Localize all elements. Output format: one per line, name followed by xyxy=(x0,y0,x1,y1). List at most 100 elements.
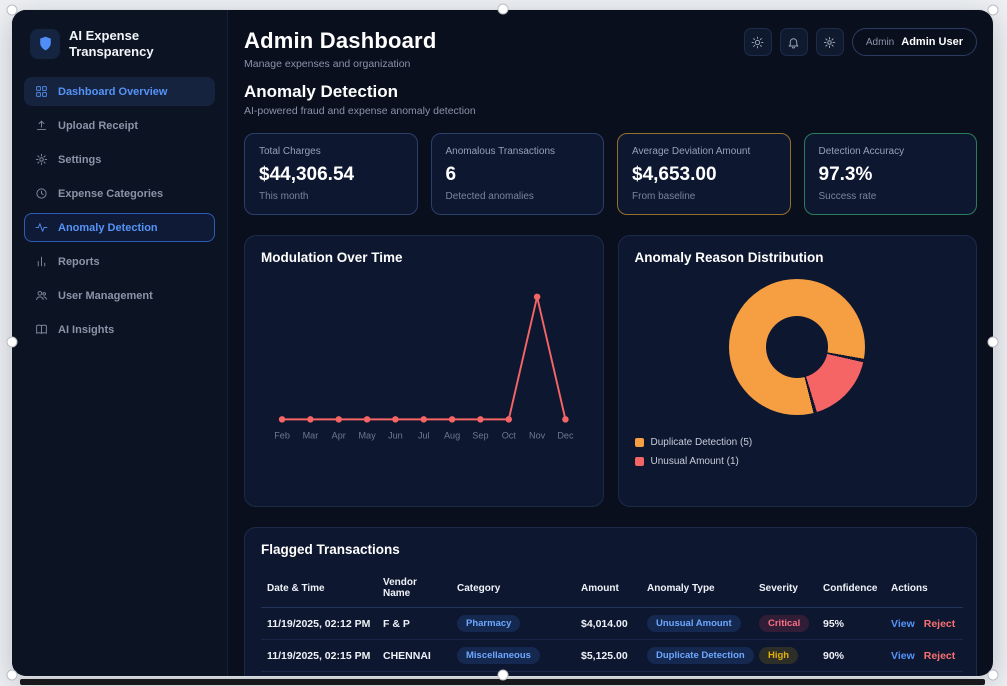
col-anomaly-type: Anomaly Type xyxy=(641,569,753,608)
col-confidence: Confidence xyxy=(817,569,885,608)
table-row: 11/19/2025, 02:18 PM##NDTelecommunicatio… xyxy=(261,671,963,676)
legend-item: Unusual Amount (1) xyxy=(634,456,961,467)
stat-label: Anomalous Transactions xyxy=(445,146,556,157)
donut-chart-title: Anomaly Reason Distribution xyxy=(634,250,824,265)
bar-chart-icon xyxy=(35,255,48,268)
legend-swatch xyxy=(634,457,644,466)
main-content: Admin Dashboard Manage expenses and orga… xyxy=(228,10,993,676)
stat-caption: This month xyxy=(259,191,309,202)
selection-handle-bottom-right[interactable] xyxy=(987,669,999,681)
cell-anomaly-type: Duplicate Detection xyxy=(641,671,753,676)
selection-handle-right-middle[interactable] xyxy=(987,336,999,348)
transactions-table: Date & Time Vendor Name Category Amount … xyxy=(261,569,963,676)
table-title: Flagged Transactions xyxy=(261,542,400,557)
cell-vendor: CHENNAI xyxy=(377,639,451,672)
settings-button[interactable] xyxy=(815,28,844,56)
table-row: 11/19/2025, 02:15 PM CHENNAI Miscellaneous… xyxy=(261,639,963,672)
selection-handle-bottom-left[interactable] xyxy=(6,669,18,681)
cell-severity: Critical xyxy=(753,607,817,640)
page-subtitle: Manage expenses and organization xyxy=(244,58,411,70)
selection-handle-top-right[interactable] xyxy=(987,4,999,16)
clock-icon xyxy=(35,187,48,200)
theme-toggle-button[interactable] xyxy=(743,28,772,56)
reject-link[interactable]: Reject xyxy=(924,650,956,662)
donut-legend: Duplicate Detection (5) Unusual Amount (… xyxy=(634,437,961,467)
activity-icon xyxy=(35,221,48,234)
shield-icon xyxy=(30,28,60,59)
cell-vendor: F & P xyxy=(377,607,451,640)
stat-value: $44,306.54 xyxy=(259,164,355,185)
stat-value: 6 xyxy=(445,164,457,185)
legend-label: Unusual Amount (1) xyxy=(650,456,739,467)
cell-severity: High xyxy=(753,671,817,676)
sidebar-item-upload-receipt[interactable]: Upload Receipt xyxy=(24,111,215,140)
svg-text:Jul: Jul xyxy=(418,431,430,441)
selection-handle-top-left[interactable] xyxy=(6,4,18,16)
charts-row: Modulation Over Time Feb Mar Apr May Jun Jul A… xyxy=(244,235,977,507)
cell-datetime: 11/19/2025, 02:18 PM xyxy=(261,671,377,676)
sidebar-item-anomaly-detection[interactable]: Anomaly Detection xyxy=(24,213,215,243)
page-title: Admin Dashboard xyxy=(244,28,437,53)
selection-handle-bottom-center[interactable] xyxy=(497,669,509,681)
section-subtitle: AI-powered fraud and expense anomaly det… xyxy=(244,105,476,117)
stat-card: Anomalous Transactions 6 Detected anomal… xyxy=(430,133,604,215)
anomaly-type-badge: Unusual Amount xyxy=(647,615,741,632)
stat-card: Average Deviation Amount $4,653.00 From … xyxy=(617,133,791,215)
svg-text:Mar: Mar xyxy=(303,431,319,441)
sidebar-item-label: User Management xyxy=(58,289,153,302)
sidebar-item-ai-insights[interactable]: AI Insights xyxy=(24,315,215,344)
svg-text:Oct: Oct xyxy=(502,431,517,441)
category-badge: Miscellaneous xyxy=(457,647,540,664)
toolbar: Admin Admin User xyxy=(743,28,977,56)
severity-badge: Critical xyxy=(759,615,810,632)
upload-icon xyxy=(35,119,48,132)
table-header: Date & Time Vendor Name Category Amount … xyxy=(261,569,963,608)
cell-actions: ViewReject xyxy=(885,671,963,676)
line-chart-title: Modulation Over Time xyxy=(261,250,403,265)
selection-handle-left-middle[interactable] xyxy=(6,336,18,348)
sidebar-item-settings[interactable]: Settings xyxy=(24,145,215,174)
flagged-transactions-card: Flagged Transactions Date & Time Vendor … xyxy=(244,527,977,676)
cell-vendor: ##ND xyxy=(377,671,451,676)
cell-confidence: 90% xyxy=(817,671,885,676)
users-icon xyxy=(35,289,48,302)
cell-datetime: 11/19/2025, 02:12 PM xyxy=(261,607,377,640)
sidebar-item-label: Settings xyxy=(58,153,102,166)
design-canvas: AI Expense Transparency Dashboard Overvi… xyxy=(0,0,1007,686)
sidebar-item-label: Dashboard Overview xyxy=(58,85,168,98)
donut-chart-card: Anomaly Reason Distribution Duplicate De… xyxy=(617,235,977,507)
stat-value: 97.3% xyxy=(818,164,873,185)
notifications-button[interactable] xyxy=(779,28,808,56)
selection-handle-top-center[interactable] xyxy=(497,3,509,15)
table-row: 11/19/2025, 02:12 PM F & P Pharmacy $4,014.… xyxy=(261,607,963,640)
view-link[interactable]: View xyxy=(891,618,915,630)
donut-chart xyxy=(729,279,866,415)
col-amount: Amount xyxy=(575,569,641,608)
sidebar-item-dashboard-overview[interactable]: Dashboard Overview xyxy=(24,77,215,107)
stat-label: Detection Accuracy xyxy=(818,146,905,157)
sidebar-item-expense-categories[interactable]: Expense Categories xyxy=(24,179,215,208)
cell-actions: View Reject xyxy=(885,607,963,640)
stat-card: Detection Accuracy 97.3% Success rate xyxy=(803,133,977,215)
cell-confidence: 90% xyxy=(817,639,885,672)
cell-severity: High xyxy=(753,639,817,672)
anomaly-type-badge: Duplicate Detection xyxy=(647,647,754,664)
cell-category: Pharmacy xyxy=(451,607,575,640)
sun-icon xyxy=(751,36,764,49)
col-actions: Actions xyxy=(885,569,963,608)
gear-icon xyxy=(35,153,48,166)
sidebar-item-reports[interactable]: Reports xyxy=(24,247,215,276)
user-name: Admin User xyxy=(901,36,963,48)
sidebar-item-label: Expense Categories xyxy=(58,187,164,200)
cell-amount: $5,626.00 xyxy=(575,671,641,676)
user-role: Admin xyxy=(865,36,895,48)
cell-anomaly-type: Unusual Amount xyxy=(641,607,753,640)
svg-text:Dec: Dec xyxy=(557,431,574,441)
severity-badge: High xyxy=(759,647,799,664)
sidebar-nav: Dashboard Overview Upload Receipt Settin… xyxy=(24,77,215,344)
user-menu-button[interactable]: Admin Admin User xyxy=(851,28,977,56)
view-link[interactable]: View xyxy=(891,650,915,662)
cell-amount: $4,014.00 xyxy=(575,607,641,640)
reject-link[interactable]: Reject xyxy=(924,618,956,630)
sidebar-item-user-management[interactable]: User Management xyxy=(24,281,215,310)
